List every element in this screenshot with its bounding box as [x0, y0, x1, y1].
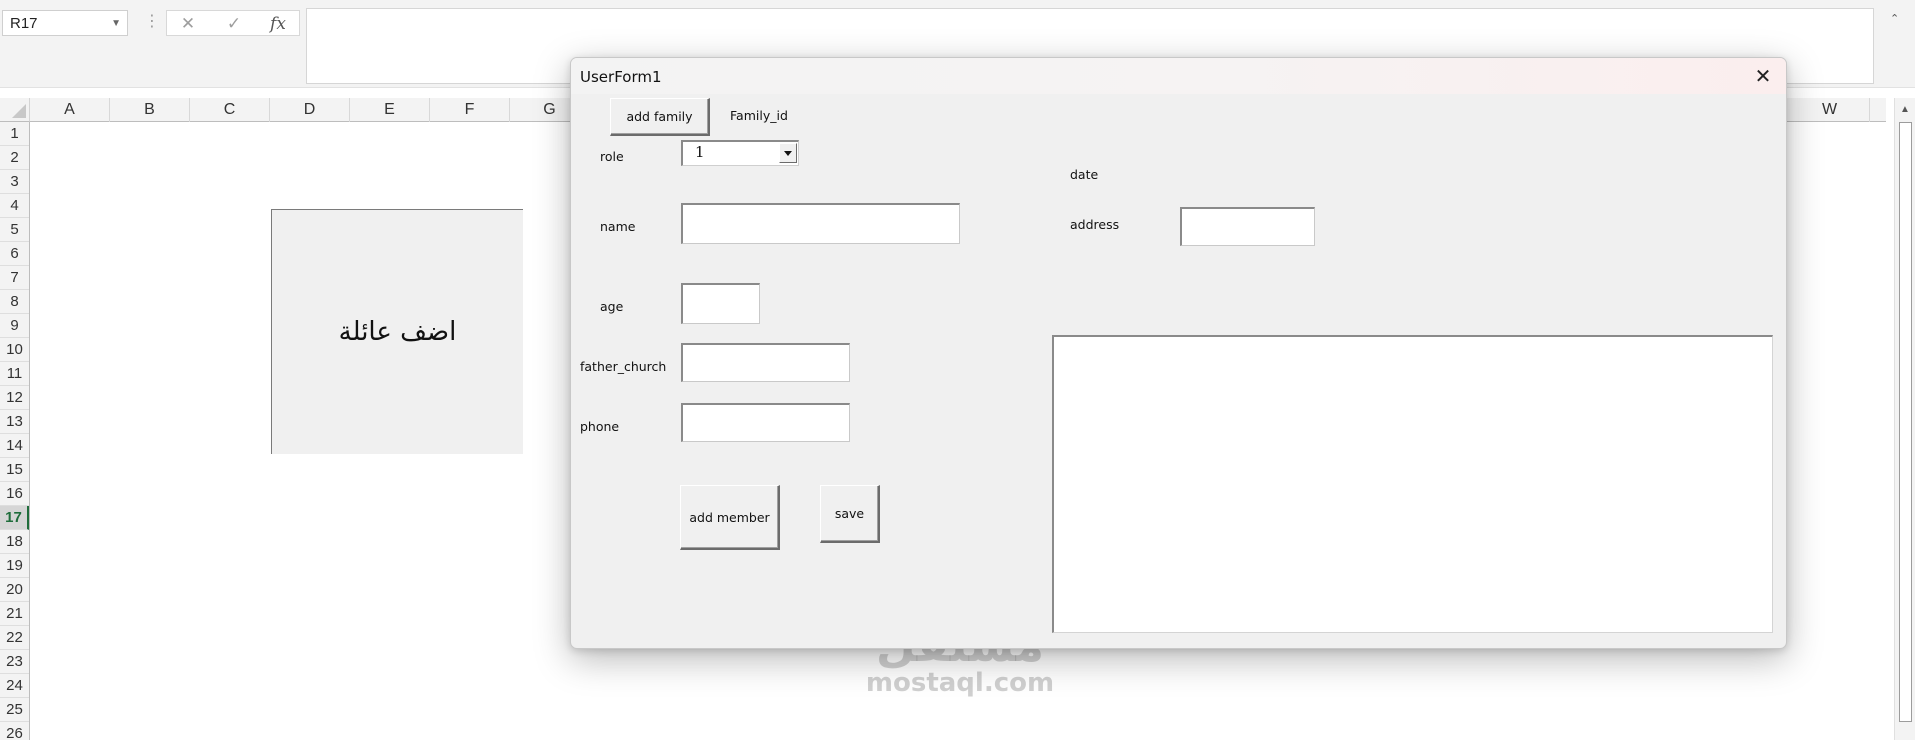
select-all-corner[interactable] — [0, 98, 30, 122]
name-label: name — [600, 219, 636, 234]
watermark-site: mostaql.com — [865, 668, 1055, 698]
phone-label: phone — [580, 419, 620, 434]
userform-body: add family Family_id role 1 name age fat… — [571, 94, 1786, 648]
father-church-label: father_church — [580, 359, 667, 374]
role-combobox[interactable]: 1 — [681, 140, 799, 166]
row-header[interactable]: 3 — [0, 170, 29, 194]
row-header[interactable]: 15 — [0, 458, 29, 482]
vertical-scrollbar[interactable]: ▲ — [1894, 98, 1915, 740]
chevron-down-icon[interactable] — [779, 143, 797, 163]
row-header[interactable]: 5 — [0, 218, 29, 242]
cancel-icon[interactable]: ✕ — [173, 14, 203, 34]
formula-buttons: ✕ ✓ fx — [166, 10, 300, 36]
add-family-button[interactable]: add family — [610, 98, 710, 136]
row-header[interactable]: 10 — [0, 338, 29, 362]
userform-title: UserForm1 — [580, 68, 662, 86]
userform-titlebar[interactable]: UserForm1 ✕ — [571, 58, 1786, 94]
row-header[interactable]: 4 — [0, 194, 29, 218]
chevron-down-icon[interactable]: ▼ — [111, 18, 121, 29]
add-member-button[interactable]: add member — [680, 485, 780, 550]
row-header[interactable]: 16 — [0, 482, 29, 506]
row-header[interactable]: 13 — [0, 410, 29, 434]
row-header[interactable]: 14 — [0, 434, 29, 458]
row-headers: 1 2 3 4 5 6 7 8 9 10 11 12 13 14 15 16 1… — [0, 122, 30, 740]
column-header[interactable]: B — [110, 98, 190, 122]
row-header[interactable]: 7 — [0, 266, 29, 290]
row-header[interactable]: 23 — [0, 650, 29, 674]
row-header[interactable]: 25 — [0, 698, 29, 722]
row-header[interactable]: 19 — [0, 554, 29, 578]
add-family-sheet-button[interactable]: اضف عائلة — [271, 209, 523, 454]
row-header[interactable]: 9 — [0, 314, 29, 338]
userform-dialog: UserForm1 ✕ add family Family_id role 1 … — [570, 57, 1787, 649]
role-label: role — [600, 149, 624, 164]
members-listbox[interactable] — [1052, 335, 1773, 633]
row-header[interactable]: 24 — [0, 674, 29, 698]
scrollbar-thumb[interactable] — [1899, 122, 1912, 722]
column-header[interactable]: F — [430, 98, 510, 122]
add-family-sheet-button-label: اضف عائلة — [338, 317, 457, 347]
father-church-field[interactable] — [681, 343, 850, 382]
row-header[interactable]: 11 — [0, 362, 29, 386]
address-label: address — [1070, 217, 1120, 232]
family-id-label: Family_id — [730, 108, 788, 123]
role-value: 1 — [695, 143, 705, 161]
row-header[interactable]: 26 — [0, 722, 29, 740]
name-box[interactable]: R17 ▼ — [2, 10, 128, 36]
enter-check-icon[interactable]: ✓ — [219, 14, 249, 34]
column-header[interactable]: C — [190, 98, 270, 122]
save-button[interactable]: save — [820, 485, 880, 543]
row-header[interactable]: 22 — [0, 626, 29, 650]
date-label: date — [1070, 167, 1099, 182]
row-header[interactable]: 20 — [0, 578, 29, 602]
row-header[interactable]: 18 — [0, 530, 29, 554]
name-box-value: R17 — [10, 15, 38, 32]
row-header[interactable]: 8 — [0, 290, 29, 314]
phone-field[interactable] — [681, 403, 850, 442]
address-field[interactable] — [1180, 207, 1315, 246]
column-header[interactable]: A — [30, 98, 110, 122]
column-header[interactable]: W — [1790, 98, 1870, 122]
row-header[interactable]: 1 — [0, 122, 29, 146]
collapse-formula-bar-icon[interactable]: ⌃ — [1890, 12, 1899, 25]
close-icon[interactable]: ✕ — [1748, 62, 1778, 90]
more-options-icon[interactable]: ⋮ — [144, 12, 160, 32]
column-header[interactable]: E — [350, 98, 430, 122]
scroll-up-icon[interactable]: ▲ — [1900, 104, 1910, 115]
column-header[interactable]: D — [270, 98, 350, 122]
row-header[interactable]: 2 — [0, 146, 29, 170]
insert-function-icon[interactable]: fx — [263, 14, 293, 34]
row-header[interactable]: 21 — [0, 602, 29, 626]
row-header[interactable]: 12 — [0, 386, 29, 410]
row-header[interactable]: 6 — [0, 242, 29, 266]
age-field[interactable] — [681, 283, 760, 324]
row-header-active[interactable]: 17 — [0, 506, 29, 530]
name-field[interactable] — [681, 203, 960, 244]
age-label: age — [600, 299, 624, 314]
